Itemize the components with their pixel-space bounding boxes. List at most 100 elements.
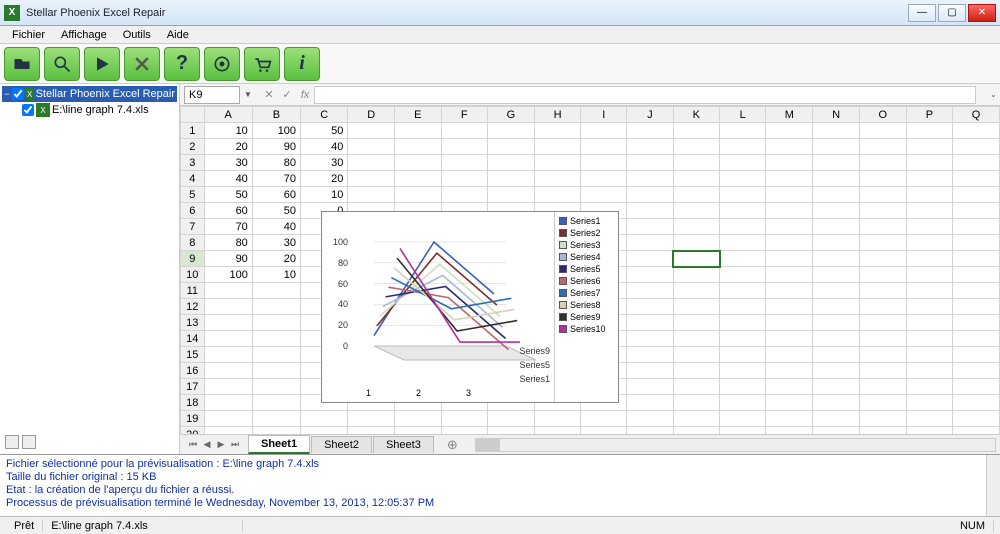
cell[interactable]: [859, 347, 906, 363]
cell[interactable]: [859, 427, 906, 435]
cell[interactable]: [487, 411, 534, 427]
cell[interactable]: 50: [301, 123, 348, 139]
cell[interactable]: [859, 155, 906, 171]
col-header[interactable]: D: [348, 107, 395, 123]
tab-add[interactable]: ⊕: [435, 435, 470, 455]
cell[interactable]: [252, 395, 300, 411]
cell[interactable]: [252, 347, 300, 363]
cell[interactable]: 90: [252, 139, 300, 155]
cell[interactable]: [627, 427, 673, 435]
info-button[interactable]: i: [284, 47, 320, 81]
cell[interactable]: [953, 171, 1000, 187]
cell[interactable]: [813, 267, 860, 283]
cell[interactable]: [627, 315, 673, 331]
run-button[interactable]: [84, 47, 120, 81]
cell[interactable]: [859, 219, 906, 235]
col-header[interactable]: P: [906, 107, 953, 123]
cell[interactable]: [766, 331, 813, 347]
cell[interactable]: [813, 331, 860, 347]
tab-first[interactable]: ⏮: [186, 439, 200, 450]
cell[interactable]: [534, 155, 581, 171]
cell[interactable]: [906, 171, 953, 187]
row-header[interactable]: 17: [181, 379, 205, 395]
cell[interactable]: [673, 203, 720, 219]
cell[interactable]: [627, 187, 673, 203]
cell[interactable]: [487, 427, 534, 435]
cell[interactable]: [766, 251, 813, 267]
cell[interactable]: [627, 171, 673, 187]
cell[interactable]: [813, 171, 860, 187]
cell[interactable]: [627, 203, 673, 219]
cell[interactable]: [581, 187, 627, 203]
cell[interactable]: [720, 363, 766, 379]
row-header[interactable]: 11: [181, 283, 205, 299]
cell[interactable]: 20: [204, 139, 252, 155]
col-header[interactable]: M: [766, 107, 813, 123]
cell[interactable]: [673, 347, 720, 363]
cell[interactable]: [766, 267, 813, 283]
row-header[interactable]: 14: [181, 331, 205, 347]
cell[interactable]: [766, 347, 813, 363]
cell[interactable]: [673, 411, 720, 427]
log-scrollbar[interactable]: [986, 455, 1000, 516]
cell[interactable]: [394, 171, 441, 187]
cell[interactable]: [906, 187, 953, 203]
cell[interactable]: [252, 283, 300, 299]
tab-next[interactable]: ▶: [214, 439, 228, 450]
cell[interactable]: [441, 427, 487, 435]
cell[interactable]: [906, 315, 953, 331]
col-header[interactable]: G: [487, 107, 534, 123]
cell[interactable]: [204, 395, 252, 411]
cell[interactable]: [906, 139, 953, 155]
cell[interactable]: [813, 347, 860, 363]
cell[interactable]: [906, 395, 953, 411]
cell[interactable]: [348, 171, 395, 187]
cell[interactable]: [953, 267, 1000, 283]
close-button[interactable]: ✕: [968, 4, 996, 22]
search-button[interactable]: [44, 47, 80, 81]
cell[interactable]: 50: [252, 203, 300, 219]
cell[interactable]: [953, 427, 1000, 435]
row-header[interactable]: 19: [181, 411, 205, 427]
cell[interactable]: [953, 379, 1000, 395]
cell[interactable]: [720, 251, 766, 267]
col-header[interactable]: N: [813, 107, 860, 123]
cell[interactable]: [441, 187, 487, 203]
cell[interactable]: [252, 379, 300, 395]
tab-sheet3[interactable]: Sheet3: [373, 436, 434, 453]
col-header[interactable]: E: [394, 107, 441, 123]
cell[interactable]: [204, 427, 252, 435]
cell[interactable]: [906, 251, 953, 267]
cell[interactable]: 70: [252, 171, 300, 187]
cell[interactable]: [766, 139, 813, 155]
grid-wrap[interactable]: ABCDEFGHIJKLMNOPQ11010050220904033080304…: [180, 106, 1000, 434]
cell[interactable]: [673, 283, 720, 299]
cell[interactable]: [252, 315, 300, 331]
cell[interactable]: [204, 299, 252, 315]
cell[interactable]: [906, 411, 953, 427]
cell[interactable]: [813, 395, 860, 411]
cell[interactable]: [673, 219, 720, 235]
horizontal-scrollbar[interactable]: [475, 438, 996, 452]
cell[interactable]: [441, 155, 487, 171]
cell[interactable]: [627, 347, 673, 363]
cell[interactable]: [813, 315, 860, 331]
name-box-dropdown[interactable]: ▼: [244, 90, 254, 99]
tree-nav-2[interactable]: [22, 435, 36, 449]
col-header[interactable]: C: [301, 107, 348, 123]
cell[interactable]: [720, 411, 766, 427]
cell[interactable]: [859, 283, 906, 299]
cell[interactable]: [859, 395, 906, 411]
maximize-button[interactable]: ▢: [938, 4, 966, 22]
row-header[interactable]: 3: [181, 155, 205, 171]
formula-accept-icon[interactable]: ✓: [278, 86, 296, 104]
cell[interactable]: [813, 203, 860, 219]
cell[interactable]: [766, 299, 813, 315]
help-button[interactable]: ?: [164, 47, 200, 81]
cell[interactable]: [906, 155, 953, 171]
cell[interactable]: [906, 203, 953, 219]
cell[interactable]: [204, 331, 252, 347]
cell[interactable]: [441, 411, 487, 427]
cell[interactable]: [204, 411, 252, 427]
cell[interactable]: [673, 235, 720, 251]
